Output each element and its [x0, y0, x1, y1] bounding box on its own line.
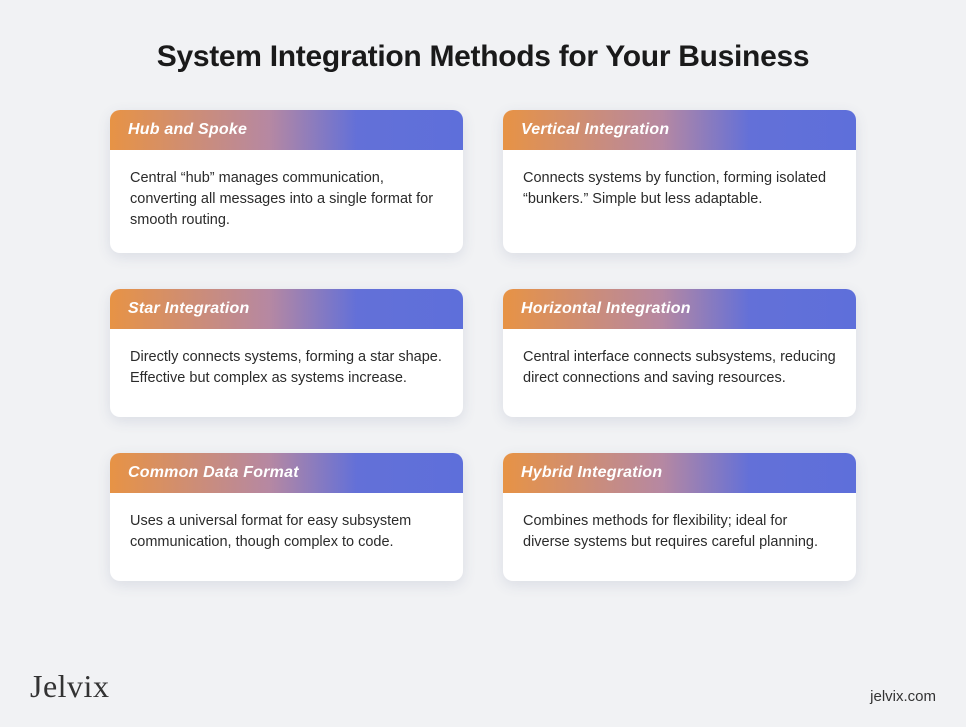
card-hybrid-integration: Hybrid Integration Combines methods for … — [503, 453, 856, 581]
card-heading: Hub and Spoke — [110, 110, 463, 150]
card-common-data-format: Common Data Format Uses a universal form… — [110, 453, 463, 581]
card-heading: Horizontal Integration — [503, 289, 856, 329]
card-body: Connects systems by function, forming is… — [503, 150, 856, 238]
card-heading: Vertical Integration — [503, 110, 856, 150]
card-vertical-integration: Vertical Integration Connects systems by… — [503, 110, 856, 253]
brand-url: jelvix.com — [870, 688, 936, 705]
card-body: Central “hub” manages communication, con… — [110, 150, 463, 253]
card-body: Directly connects systems, forming a sta… — [110, 329, 463, 417]
card-heading: Common Data Format — [110, 453, 463, 493]
footer: Jelvix jelvix.com — [0, 668, 966, 705]
brand-logo: Jelvix — [30, 668, 109, 705]
card-body: Central interface connects subsystems, r… — [503, 329, 856, 417]
card-hub-and-spoke: Hub and Spoke Central “hub” manages comm… — [110, 110, 463, 253]
cards-grid: Hub and Spoke Central “hub” manages comm… — [60, 110, 906, 581]
card-heading: Star Integration — [110, 289, 463, 329]
card-horizontal-integration: Horizontal Integration Central interface… — [503, 289, 856, 417]
card-body: Combines methods for flexibility; ideal … — [503, 493, 856, 581]
card-body: Uses a universal format for easy subsyst… — [110, 493, 463, 581]
card-heading: Hybrid Integration — [503, 453, 856, 493]
page-title: System Integration Methods for Your Busi… — [60, 40, 906, 74]
card-star-integration: Star Integration Directly connects syste… — [110, 289, 463, 417]
